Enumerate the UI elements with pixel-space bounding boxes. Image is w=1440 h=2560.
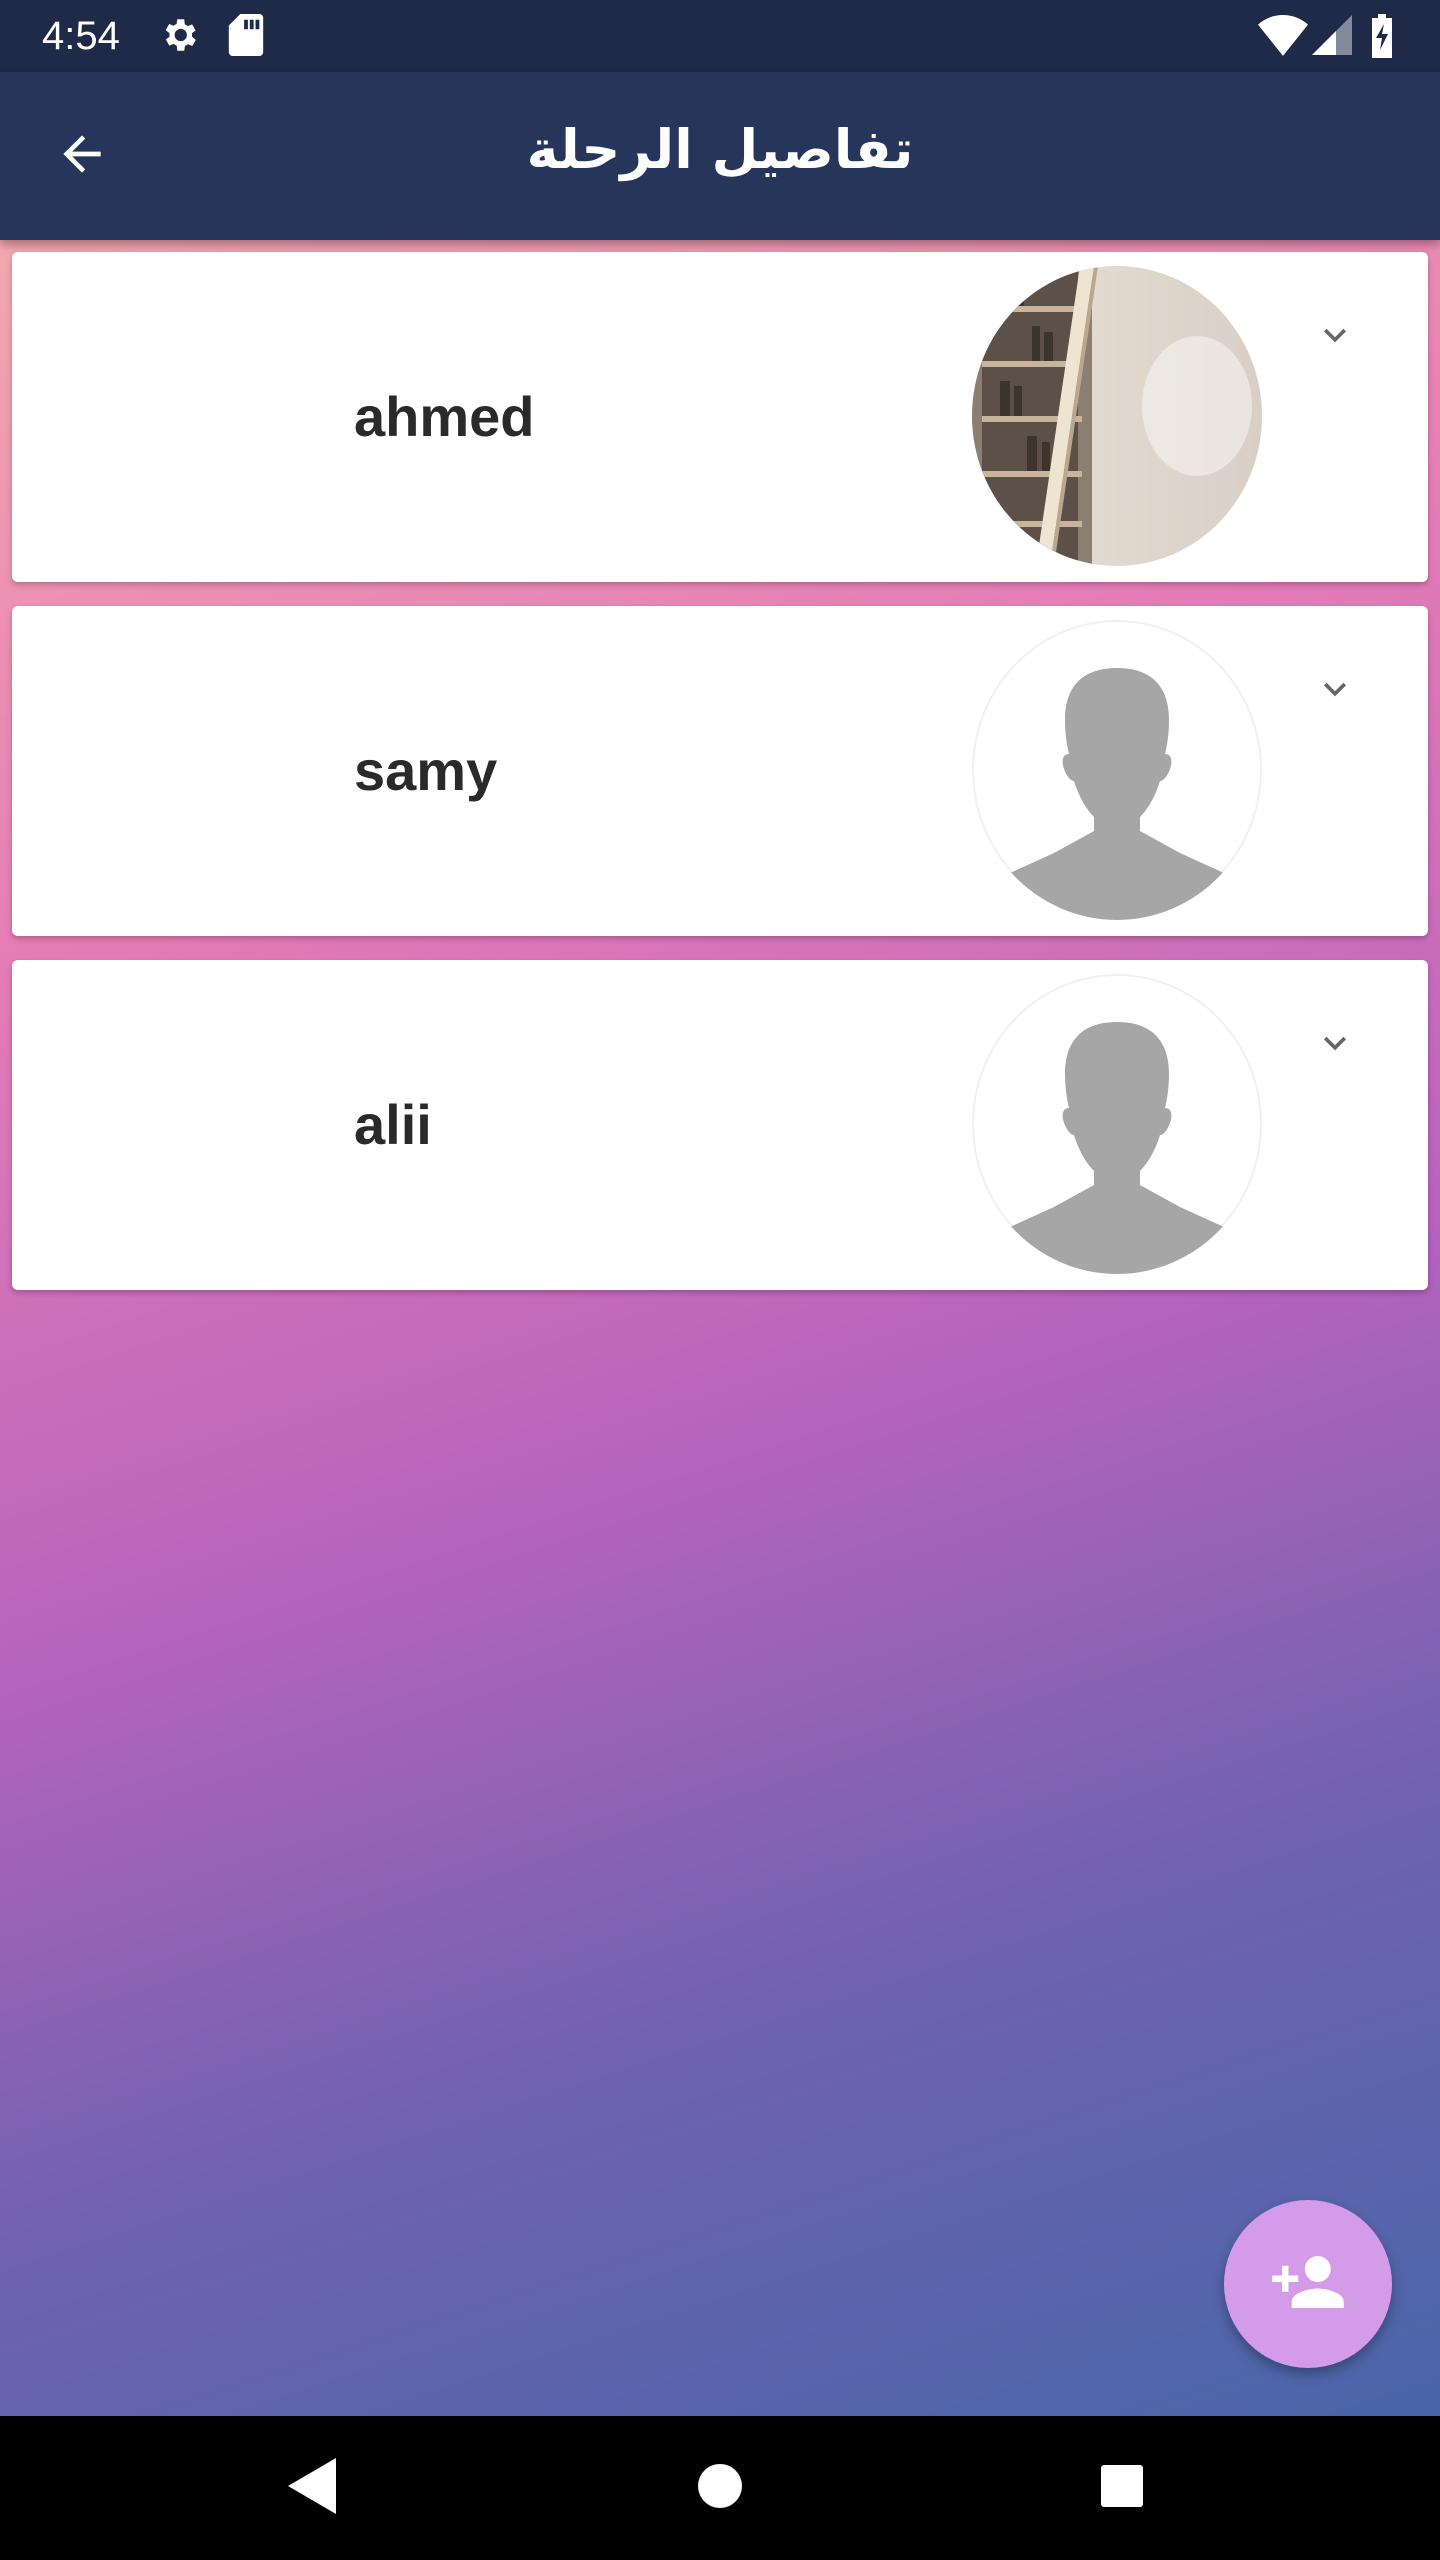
nav-recents-button[interactable] (1086, 2452, 1158, 2524)
status-bar: 4:54 (0, 0, 1440, 72)
home-circle-icon (695, 2461, 745, 2516)
system-nav-bar (0, 2416, 1440, 2560)
sd-card-icon (228, 14, 264, 61)
signal-icon (1312, 14, 1352, 61)
back-button[interactable] (44, 118, 120, 194)
member-list: ahmed samy alii (0, 240, 1440, 2416)
chevron-down-icon (1313, 1021, 1357, 1070)
wifi-icon (1258, 14, 1308, 61)
arrow-back-icon (54, 126, 110, 187)
add-member-button[interactable] (1224, 2200, 1392, 2368)
status-time: 4:54 (42, 14, 120, 58)
member-card[interactable]: alii (12, 960, 1428, 1290)
avatar (972, 974, 1262, 1274)
member-card[interactable]: samy (12, 606, 1428, 936)
nav-back-button[interactable] (278, 2452, 350, 2524)
avatar (972, 266, 1262, 566)
nav-home-button[interactable] (684, 2452, 756, 2524)
gear-icon (158, 14, 200, 61)
member-name: alii (354, 1093, 432, 1156)
expand-button[interactable] (1310, 312, 1360, 362)
person-add-icon (1269, 2243, 1347, 2326)
chevron-down-icon (1313, 667, 1357, 716)
recents-square-icon (1099, 2463, 1145, 2514)
member-name: ahmed (354, 385, 535, 448)
expand-button[interactable] (1310, 1020, 1360, 1070)
expand-button[interactable] (1310, 666, 1360, 716)
app-bar: تفاصيل الرحلة (0, 72, 1440, 240)
member-name: samy (354, 739, 498, 802)
avatar (972, 620, 1262, 920)
page-title: تفاصيل الرحلة (526, 118, 914, 181)
member-card[interactable]: ahmed (12, 252, 1428, 582)
battery-charging-icon (1370, 14, 1394, 63)
back-triangle-icon (288, 2457, 340, 2519)
chevron-down-icon (1313, 313, 1357, 362)
